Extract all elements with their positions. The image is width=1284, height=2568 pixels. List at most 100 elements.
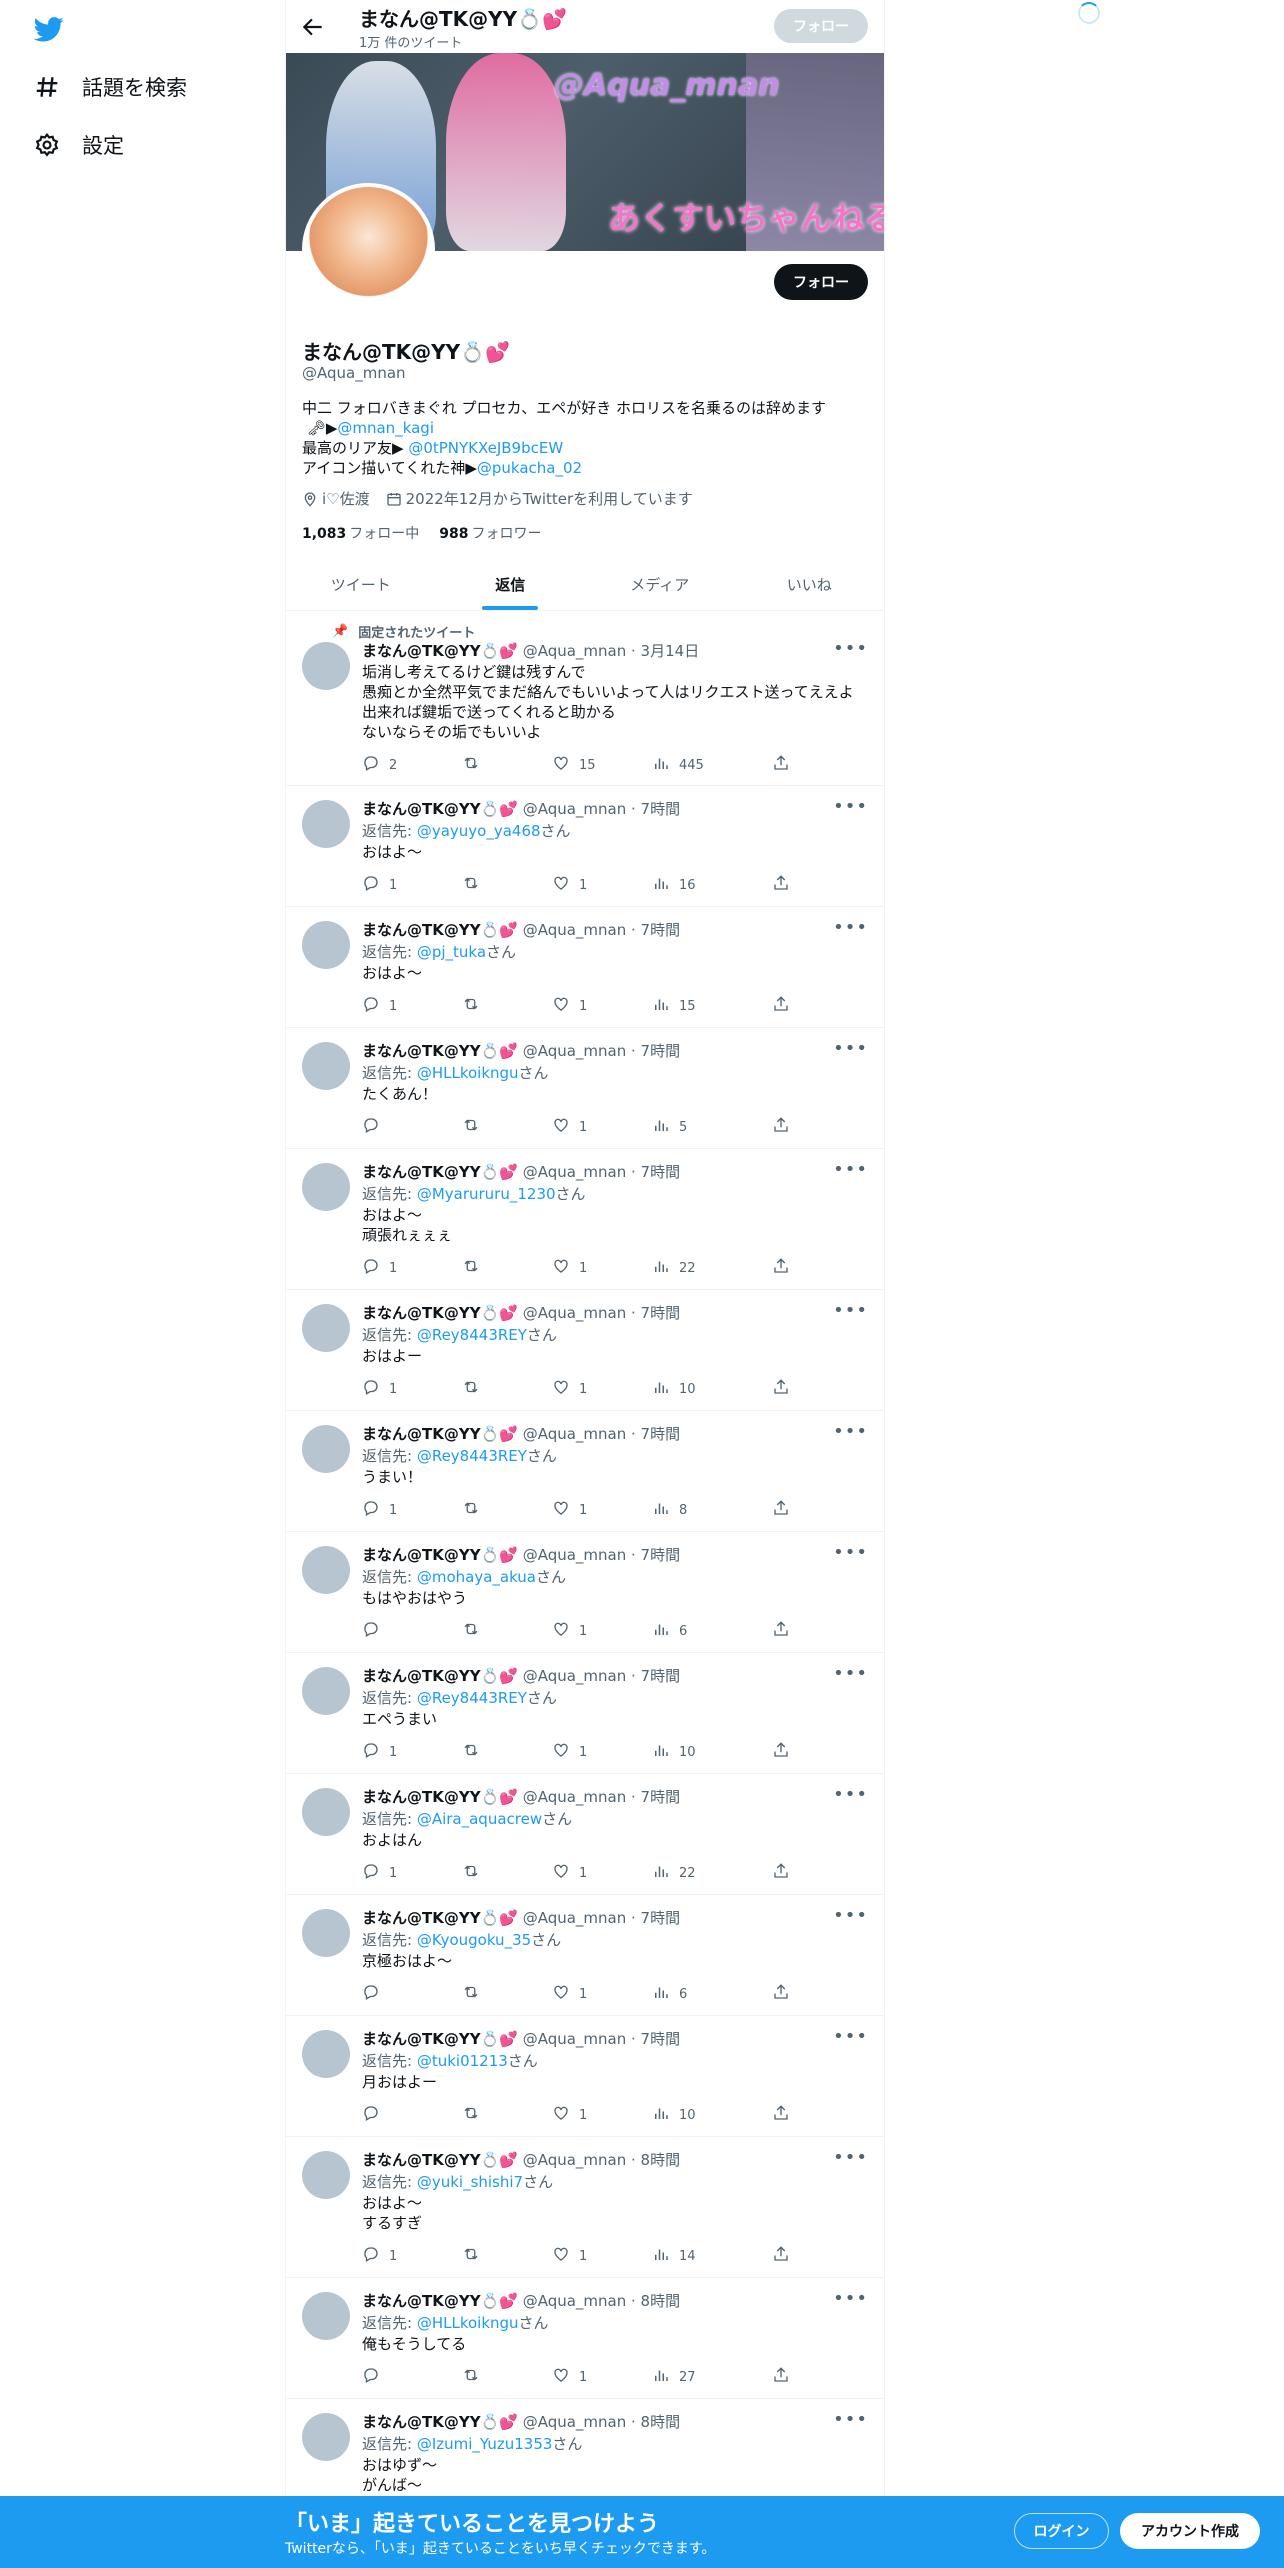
like-button[interactable]: 1	[552, 2104, 587, 2126]
retweet-button[interactable]	[462, 1116, 480, 1138]
like-button[interactable]: 1	[552, 1378, 587, 1400]
share-button[interactable]	[772, 754, 790, 776]
reply-to-link[interactable]: @Rey8443REY	[417, 1689, 527, 1707]
tweet-author-name[interactable]: まなん@TK@YY💍💕	[362, 1667, 518, 1685]
reply-to-link[interactable]: @Rey8443REY	[417, 1326, 527, 1344]
reply-button[interactable]: 2	[362, 754, 397, 776]
like-button[interactable]: 1	[552, 1620, 587, 1642]
reply-button[interactable]	[362, 2366, 389, 2388]
share-button[interactable]	[772, 1620, 790, 1642]
avatar[interactable]	[302, 2151, 350, 2199]
retweet-button[interactable]	[462, 1741, 480, 1763]
tab-media[interactable]: メディア	[585, 558, 735, 610]
more-options-icon[interactable]: •••	[833, 1300, 868, 1321]
reply-button[interactable]: 1	[362, 995, 397, 1017]
share-button[interactable]	[772, 874, 790, 896]
tweet-author-name[interactable]: まなん@TK@YY💍💕	[362, 1546, 518, 1564]
bio-mention-link[interactable]: @0tPNYKXeJB9bcEW	[408, 439, 563, 457]
reply-to-link[interactable]: @Kyougoku_35	[417, 1931, 531, 1949]
reply-button[interactable]: 1	[362, 1499, 397, 1521]
retweet-button[interactable]	[462, 874, 480, 896]
reply-to-link[interactable]: @Izumi_Yuzu1353	[417, 2435, 553, 2453]
share-button[interactable]	[772, 1116, 790, 1138]
retweet-button[interactable]	[462, 2104, 480, 2126]
like-button[interactable]: 1	[552, 2366, 587, 2388]
retweet-button[interactable]	[462, 995, 480, 1017]
tweet[interactable]: まなん@TK@YY💍💕 @Aqua_mnan · 7時間 ••• 返信先: @Air…	[286, 1774, 884, 1895]
login-button[interactable]: ログイン	[1014, 2513, 1109, 2549]
avatar[interactable]	[302, 800, 350, 848]
reply-to-link[interactable]: @tuki01213	[417, 2052, 508, 2070]
like-button[interactable]: 1	[552, 1257, 587, 1279]
reply-to-link[interactable]: @yayuyo_ya468	[417, 822, 541, 840]
bio-mention-link[interactable]: @mnan_kagi	[337, 419, 434, 437]
tweet[interactable]: まなん@TK@YY💍💕 @Aqua_mnan · 7時間 ••• 返信先: @Mya…	[286, 1149, 884, 1290]
more-options-icon[interactable]: •••	[833, 1159, 868, 1180]
like-button[interactable]: 1	[552, 1983, 587, 2005]
retweet-button[interactable]	[462, 1378, 480, 1400]
nav-explore[interactable]: 話題を検索	[34, 72, 187, 102]
share-button[interactable]	[772, 1983, 790, 2005]
reply-button[interactable]: 1	[362, 1378, 397, 1400]
tweet-author-name[interactable]: まなん@TK@YY💍💕	[362, 800, 518, 818]
views-button[interactable]: 8	[652, 1499, 687, 1521]
share-button[interactable]	[772, 1741, 790, 1763]
more-options-icon[interactable]: •••	[833, 1542, 868, 1563]
reply-to-link[interactable]: @Myarururu_1230	[417, 1185, 556, 1203]
reply-button[interactable]	[362, 2104, 389, 2126]
views-button[interactable]: 6	[652, 1620, 687, 1642]
tweet-author-name[interactable]: まなん@TK@YY💍💕	[362, 1788, 518, 1806]
like-button[interactable]: 1	[552, 1116, 587, 1138]
tweet-author-name[interactable]: まなん@TK@YY💍💕	[362, 1909, 518, 1927]
reply-button[interactable]: 1	[362, 874, 397, 896]
tab-replies[interactable]: 返信	[436, 558, 586, 610]
views-button[interactable]: 10	[652, 1378, 696, 1400]
tweet-author-name[interactable]: まなん@TK@YY💍💕	[362, 1163, 518, 1181]
share-button[interactable]	[772, 2104, 790, 2126]
tweet-author-name[interactable]: まなん@TK@YY💍💕	[362, 2413, 518, 2431]
more-options-icon[interactable]: •••	[833, 2026, 868, 2047]
more-options-icon[interactable]: •••	[833, 2409, 868, 2430]
views-button[interactable]: 27	[652, 2366, 696, 2388]
more-options-icon[interactable]: •••	[833, 2147, 868, 2168]
avatar[interactable]	[302, 1042, 350, 1090]
tweet[interactable]: 📌 固定されたツイート まなん@TK@YY💍💕 @Aqua_mnan · 3月14日…	[286, 612, 884, 786]
tweet[interactable]: まなん@TK@YY💍💕 @Aqua_mnan · 7時間 ••• 返信先: @tuk…	[286, 2016, 884, 2137]
following-link[interactable]: 1,083 フォロー中	[302, 523, 419, 543]
views-button[interactable]: 10	[652, 1741, 696, 1763]
header-follow-button[interactable]: フォロー	[774, 9, 868, 43]
avatar[interactable]	[302, 2030, 350, 2078]
avatar[interactable]	[302, 1163, 350, 1211]
like-button[interactable]: 15	[552, 754, 596, 776]
retweet-button[interactable]	[462, 1983, 480, 2005]
avatar[interactable]	[302, 2292, 350, 2340]
reply-button[interactable]: 1	[362, 1862, 397, 1884]
more-options-icon[interactable]: •••	[833, 1905, 868, 1926]
more-options-icon[interactable]: •••	[833, 1663, 868, 1684]
share-button[interactable]	[772, 2366, 790, 2388]
avatar[interactable]	[302, 1667, 350, 1715]
tweet-author-name[interactable]: まなん@TK@YY💍💕	[362, 921, 518, 939]
avatar[interactable]	[302, 1425, 350, 1473]
more-options-icon[interactable]: •••	[833, 796, 868, 817]
share-button[interactable]	[772, 995, 790, 1017]
retweet-button[interactable]	[462, 2245, 480, 2267]
views-button[interactable]: 22	[652, 1257, 696, 1279]
tab-likes[interactable]: いいね	[735, 558, 885, 610]
tweet[interactable]: まなん@TK@YY💍💕 @Aqua_mnan · 8時間 ••• 返信先: @HLL…	[286, 2278, 884, 2399]
tweet[interactable]: まなん@TK@YY💍💕 @Aqua_mnan · 7時間 ••• 返信先: @moh…	[286, 1532, 884, 1653]
bio-mention-link[interactable]: @pukacha_02	[477, 459, 582, 477]
views-button[interactable]: 10	[652, 2104, 696, 2126]
back-arrow-icon[interactable]	[300, 14, 326, 40]
reply-to-link[interactable]: @mohaya_akua	[417, 1568, 536, 1586]
tweet[interactable]: まなん@TK@YY💍💕 @Aqua_mnan · 7時間 ••• 返信先: @HLL…	[286, 1028, 884, 1149]
share-button[interactable]	[772, 1499, 790, 1521]
views-button[interactable]: 6	[652, 1983, 687, 2005]
tab-tweets[interactable]: ツイート	[286, 558, 436, 610]
share-button[interactable]	[772, 1862, 790, 1884]
like-button[interactable]: 1	[552, 1862, 587, 1884]
retweet-button[interactable]	[462, 1862, 480, 1884]
reply-button[interactable]	[362, 1983, 389, 2005]
retweet-button[interactable]	[462, 754, 480, 776]
reply-button[interactable]: 1	[362, 2245, 397, 2267]
